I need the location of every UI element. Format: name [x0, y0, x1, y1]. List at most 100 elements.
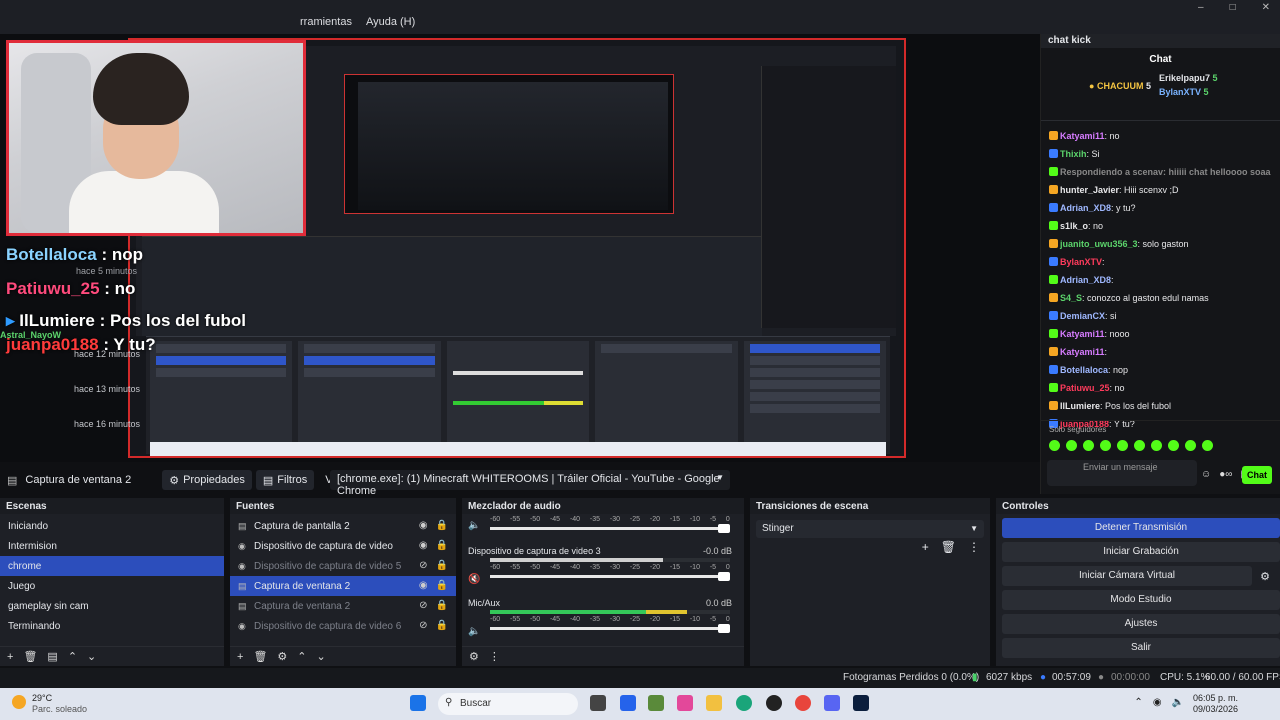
speaker-icon[interactable]: 🔈	[468, 520, 480, 531]
lock-icon[interactable]: 🔒	[436, 560, 448, 571]
scene-item[interactable]: Iniciando	[0, 516, 224, 536]
eye-icon[interactable]: ◉	[419, 520, 428, 531]
properties-button[interactable]: ⚙ Propiedades	[162, 470, 252, 490]
chat-username[interactable]: Adrian_XD8	[1060, 275, 1111, 285]
add-icon[interactable]: +	[922, 540, 929, 554]
emote-icon[interactable]	[1066, 440, 1077, 451]
emote-icon[interactable]	[1134, 440, 1145, 451]
chat-username[interactable]: Katyami11	[1060, 329, 1105, 339]
scene-item[interactable]: Intermision	[0, 536, 224, 556]
scene-item[interactable]: Terminando	[0, 616, 224, 636]
eye-off-icon[interactable]: ⊘	[419, 620, 427, 631]
chat-username[interactable]: Patiuwu_25	[1060, 383, 1110, 393]
trash-icon[interactable]: 🗑	[23, 650, 37, 663]
emote-icon[interactable]	[1117, 440, 1128, 451]
chat-message-input[interactable]: Enviar un mensaje	[1047, 460, 1197, 486]
emote-icon[interactable]	[1049, 440, 1060, 451]
eye-icon[interactable]: ◉	[419, 580, 428, 591]
gear-icon[interactable]: ⚙	[469, 650, 479, 663]
chat-username[interactable]: Adrian_XD8	[1060, 203, 1111, 213]
chat-username[interactable]: BylanXTV	[1060, 257, 1102, 267]
source-item[interactable]: ▤ Captura de ventana 2 ◉ 🔒	[230, 576, 456, 596]
chat-username[interactable]: DemianCX	[1060, 311, 1105, 321]
chat-username[interactable]: Thixih	[1060, 149, 1087, 159]
eye-off-icon[interactable]: ⊘	[419, 600, 427, 611]
scene-item[interactable]: chrome	[0, 556, 224, 576]
chat-send-button[interactable]: Chat	[1242, 466, 1272, 484]
lock-icon[interactable]: 🔒	[436, 540, 448, 551]
emote-icon[interactable]	[1100, 440, 1111, 451]
window-select[interactable]: [chrome.exe]: (1) Minecraft WHITEROOMS |…	[330, 470, 730, 497]
users-icon[interactable]: ●∞	[1219, 469, 1232, 480]
speaker-muted-icon[interactable]: 🔇	[468, 574, 480, 585]
settings-button[interactable]: Ajustes	[1002, 614, 1280, 634]
emote-icon[interactable]	[1083, 440, 1094, 451]
source-item[interactable]: ◉ Dispositivo de captura de video ◉ 🔒	[230, 536, 456, 556]
emote-icon[interactable]	[1185, 440, 1196, 451]
tray-chevron-icon[interactable]: ⌃	[1134, 697, 1142, 708]
speaker-icon[interactable]: 🔈	[468, 626, 480, 637]
chat-username[interactable]: Botellaloca	[1060, 365, 1108, 375]
chat-username[interactable]: Katyami11	[1060, 131, 1105, 141]
speaker-icon[interactable]: 🔈	[1172, 697, 1184, 708]
lock-icon[interactable]: 🔒	[436, 580, 448, 591]
taskbar-search[interactable]: ⚲ Buscar	[438, 693, 578, 715]
source-item[interactable]: ▤ Captura de pantalla 2 ◉ 🔒	[230, 516, 456, 536]
task-view-icon[interactable]	[590, 695, 606, 711]
preview-area[interactable]: Botellaloca : nop hace 5 minutos Patiuwu…	[0, 34, 1040, 462]
emoji-icon[interactable]: ☺	[1201, 469, 1211, 480]
chat-username[interactable]: s1lk_o	[1060, 221, 1088, 231]
filter-icon[interactable]: ▤	[47, 650, 57, 663]
discord-app-icon[interactable]	[824, 695, 840, 711]
volume-slider[interactable]	[490, 524, 730, 533]
taskbar-clock[interactable]: 06:05 p. m. 09/03/2026	[1193, 693, 1238, 715]
chevron-down-icon[interactable]: ⌄	[87, 650, 96, 663]
lock-icon[interactable]: 🔒	[436, 600, 448, 611]
edge-app-icon[interactable]	[736, 695, 752, 711]
source-item[interactable]: ◉ Dispositivo de captura de video 6 ⊘ 🔒	[230, 616, 456, 636]
minecraft-app-icon[interactable]	[648, 695, 664, 711]
lock-icon[interactable]: 🔒	[436, 620, 448, 631]
add-icon[interactable]: +	[237, 651, 243, 663]
emote-icon[interactable]	[1168, 440, 1179, 451]
chat-username[interactable]: S4_S	[1060, 293, 1082, 303]
close-button[interactable]: ✕	[1262, 2, 1270, 13]
trash-icon[interactable]: 🗑	[253, 650, 267, 663]
scene-item[interactable]: Juego	[0, 576, 224, 596]
start-virtual-cam-button[interactable]: Iniciar Cámara Virtual	[1002, 566, 1252, 586]
weather-widget[interactable]: 29°C Parc. soleado	[12, 693, 87, 715]
trash-icon[interactable]: 🗑	[941, 540, 956, 554]
chat-username[interactable]: Katyami11	[1060, 347, 1105, 357]
studio-mode-button[interactable]: Modo Estudio	[1002, 590, 1280, 610]
transition-select[interactable]: Stinger ▼	[756, 520, 984, 538]
eye-off-icon[interactable]: ⊘	[419, 560, 427, 571]
up-icon[interactable]: ⌃	[68, 650, 77, 663]
volume-slider[interactable]	[490, 624, 730, 633]
folder-app-icon[interactable]	[706, 695, 722, 711]
chevron-down-icon[interactable]: ⌄	[317, 650, 326, 663]
volume-slider[interactable]	[490, 572, 730, 581]
source-item[interactable]: ◉ Dispositivo de captura de video 5 ⊘ 🔒	[230, 556, 456, 576]
start-recording-button[interactable]: Iniciar Grabación	[1002, 542, 1280, 562]
menu-herramientas[interactable]: rramientas	[300, 16, 352, 28]
chat-username[interactable]: hunter_Javier	[1060, 185, 1119, 195]
emote-icon[interactable]	[1151, 440, 1162, 451]
scene-item[interactable]: gameplay sin cam	[0, 596, 224, 616]
chrome-app-icon[interactable]	[795, 695, 811, 711]
chat-username[interactable]: Respondiendo a scenav: hiiiii chat hello…	[1060, 167, 1271, 177]
maximize-button[interactable]: □	[1230, 2, 1236, 13]
store-app-icon[interactable]	[620, 695, 636, 711]
add-icon[interactable]: +	[7, 651, 13, 663]
exit-button[interactable]: Salir	[1002, 638, 1280, 658]
more-icon[interactable]: ⋮	[489, 650, 500, 663]
menu-ayuda[interactable]: Ayuda (H)	[366, 16, 415, 28]
filters-button[interactable]: ▤ Filtros	[255, 470, 315, 490]
lock-icon[interactable]: 🔒	[436, 520, 448, 531]
gear-icon[interactable]: ⚙	[277, 650, 287, 663]
minimize-button[interactable]: –	[1198, 2, 1204, 13]
network-icon[interactable]: ◉	[1153, 697, 1162, 708]
more-icon[interactable]: ⋮	[968, 540, 980, 554]
chat-username[interactable]: juanito_uwu356_3	[1060, 239, 1138, 249]
gear-icon[interactable]: ⚙	[1260, 570, 1270, 583]
up-icon[interactable]: ⌃	[297, 650, 306, 663]
